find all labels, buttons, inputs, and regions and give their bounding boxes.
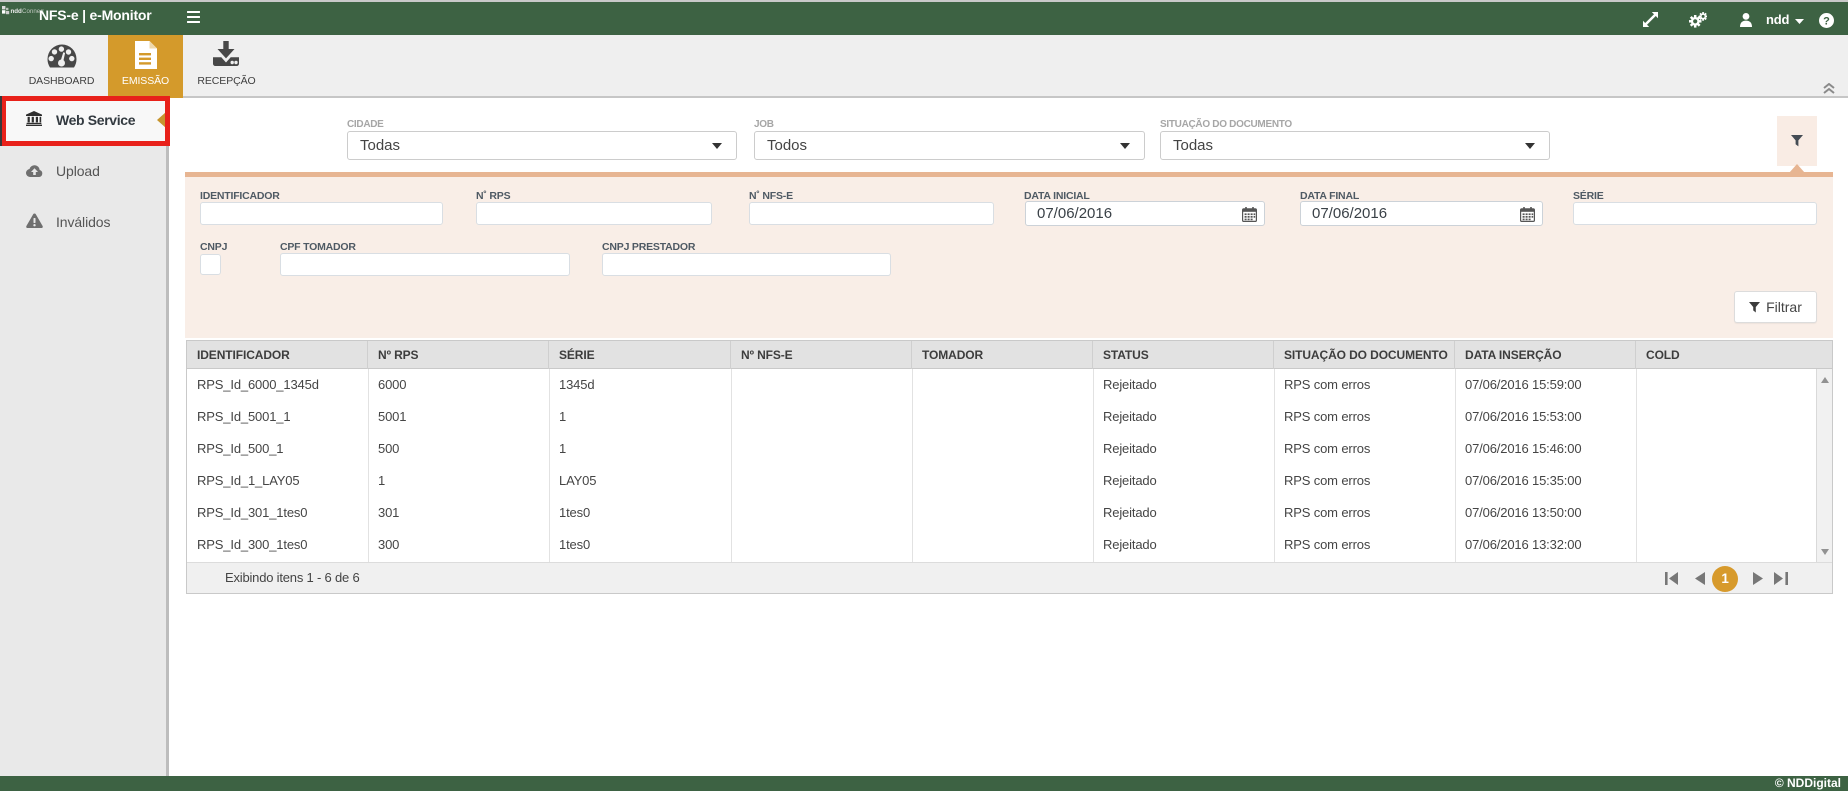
svg-text:?: ? xyxy=(1823,15,1830,27)
svg-text:ndd: ndd xyxy=(11,8,23,15)
